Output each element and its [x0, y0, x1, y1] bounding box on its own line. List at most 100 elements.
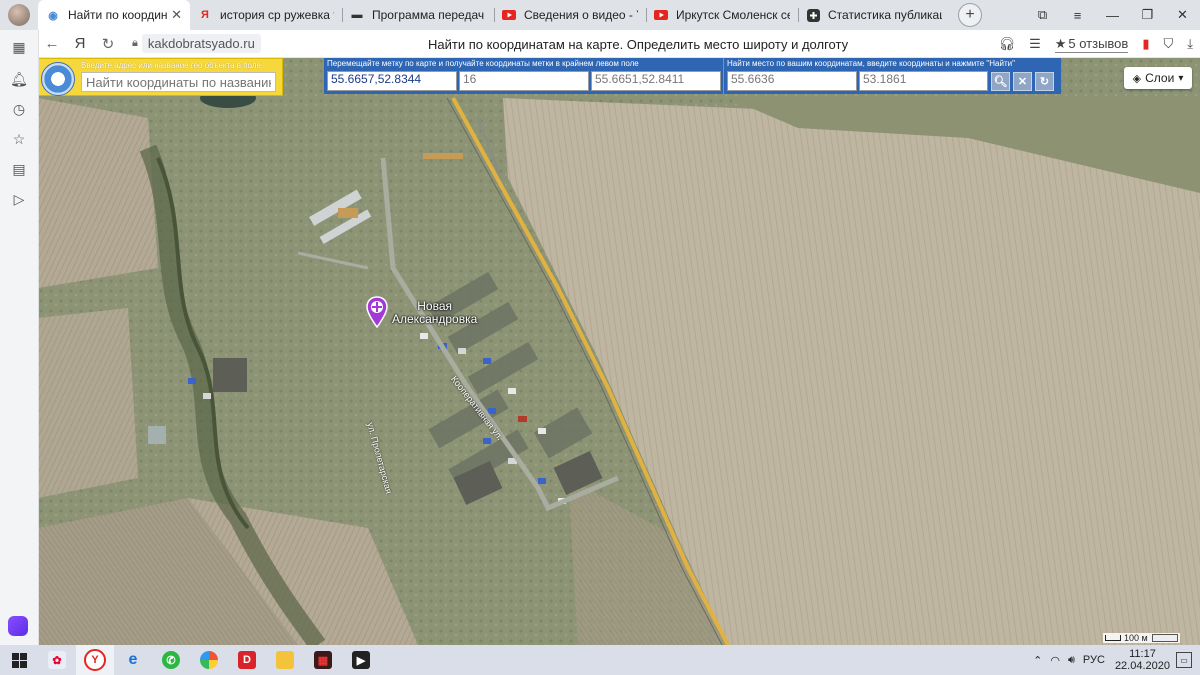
youtube-icon: [502, 8, 516, 22]
close-icon[interactable]: ✕: [171, 7, 182, 23]
grid-app-icon: ▦: [314, 651, 332, 669]
download-icon[interactable]: ⤓: [1187, 36, 1193, 52]
restore-button[interactable]: ❐: [1130, 0, 1165, 30]
tab-strip: ◉ Найти по координатам ✕ Я история ср ру…: [0, 0, 1200, 30]
back-button[interactable]: ←: [38, 35, 66, 52]
windows-taskbar: ✿ Y e ✆ D ▦ ▶ ⌃ ◠ 🔊︎ РУС 11:17 22.04.202…: [0, 645, 1200, 675]
layers-button[interactable]: ◈ Слои ▾: [1124, 67, 1192, 89]
taskbar-app-d[interactable]: D: [228, 645, 266, 675]
taskbar-app-edge[interactable]: e: [114, 645, 152, 675]
globe-icon: ◉: [48, 9, 58, 22]
taskbar-app-yandex[interactable]: Y: [76, 645, 114, 675]
clock-icon[interactable]: ◷: [10, 100, 28, 118]
close-window-button[interactable]: ✕: [1165, 0, 1200, 30]
yandex-icon: Я: [201, 9, 209, 21]
profile-button[interactable]: [0, 0, 38, 30]
star-icon[interactable]: ☆: [10, 130, 28, 148]
d-app-icon: D: [238, 651, 256, 669]
search-button[interactable]: 🔍︎: [991, 72, 1010, 91]
tab-2[interactable]: ▬ Программа передач ТВ –: [342, 0, 494, 30]
protect-icon[interactable]: ⛉: [1163, 36, 1173, 52]
notifications-icon[interactable]: ▭: [1176, 652, 1192, 668]
clock[interactable]: 11:17 22.04.2020: [1115, 648, 1170, 672]
page-title: Найти по координатам на карте. Определит…: [428, 37, 849, 52]
reviews-link[interactable]: ★ 5 отзывов: [1054, 35, 1129, 53]
window-controls: ⧉ ≡ — ❐ ✕: [1025, 0, 1200, 30]
tray-expand-icon[interactable]: ⌃: [1033, 654, 1042, 667]
taskbar-app-paint[interactable]: ✿: [38, 645, 76, 675]
latitude-field[interactable]: 55.6636: [727, 71, 857, 91]
reader-icon[interactable]: ☰: [1029, 36, 1041, 52]
clear-button[interactable]: ✕: [1013, 72, 1032, 91]
tab-3[interactable]: Сведения о видео - YouTube: [494, 0, 646, 30]
address-bar: ← Я ↻ 🔒︎ kakdobratsyado.ru Найти по коор…: [0, 30, 1200, 58]
tab-0[interactable]: ◉ Найти по координатам ✕: [38, 0, 190, 30]
play-icon[interactable]: ▷: [10, 190, 28, 208]
avatar: [8, 4, 30, 26]
plus-badge-icon: [806, 8, 820, 22]
minimize-button[interactable]: —: [1095, 0, 1130, 30]
zoom-field[interactable]: 16: [459, 71, 589, 91]
apps-icon[interactable]: ▦: [10, 38, 28, 56]
tab-label: Найти по координатам: [68, 8, 168, 22]
satellite-map[interactable]: Новая Александровка Кооперативная ул. ул…: [38, 58, 1200, 645]
satellite-imagery: [38, 58, 1200, 645]
start-button[interactable]: [0, 645, 38, 675]
whatsapp-icon: ✆: [162, 651, 180, 669]
geo-search-input[interactable]: [81, 72, 276, 92]
bookmark-icon[interactable]: ▮: [1142, 36, 1149, 52]
bookmarks-icon[interactable]: ⧉: [1025, 0, 1060, 30]
taskbar-app-explorer[interactable]: [266, 645, 304, 675]
player-icon: ▶: [352, 651, 370, 669]
scale-bar: [1105, 635, 1121, 641]
site-logo-icon[interactable]: [41, 62, 75, 96]
marker-coords-panel: Перемещайте метку по карте и получайте к…: [324, 58, 723, 94]
find-coords-panel: Найти место по вашим координатам, введит…: [724, 58, 1061, 94]
geo-search-panel: Введите адрес или название гео объекта в…: [38, 58, 283, 96]
yandex-button[interactable]: Я: [66, 35, 94, 52]
alice-icon[interactable]: [8, 616, 28, 636]
location-marker[interactable]: [366, 296, 388, 328]
refresh-button[interactable]: ↻: [1035, 72, 1054, 91]
new-tab-button[interactable]: +: [958, 3, 982, 27]
tab-label: Статистика публикаций |: [828, 8, 942, 22]
wifi-icon[interactable]: ◠: [1050, 654, 1060, 667]
star-icon: ★: [1054, 35, 1067, 51]
windows-icon: [11, 652, 27, 668]
notes-icon[interactable]: ▤: [10, 160, 28, 178]
place-label: Новая Александровка: [392, 299, 478, 326]
taskbar-app-whatsapp[interactable]: ✆: [152, 645, 190, 675]
center-coords-field[interactable]: 55.6651,52.8411: [591, 71, 721, 91]
tab-5[interactable]: Статистика публикаций |: [798, 0, 950, 30]
search-hint: Введите адрес или название гео объекта в…: [81, 61, 261, 70]
url-field[interactable]: kakdobratsyado.ru: [141, 34, 261, 53]
tv-icon: ▬: [351, 9, 363, 21]
folder-icon: [276, 651, 294, 669]
palette-icon: ✿: [48, 651, 66, 669]
marker-coords-field[interactable]: 55.6657,52.8344: [327, 71, 457, 91]
longitude-field[interactable]: 53.1861: [859, 71, 988, 91]
edge-icon: e: [128, 651, 138, 668]
taskbar-app-pinwheel[interactable]: [190, 645, 228, 675]
reload-button[interactable]: ↻: [94, 35, 122, 53]
bell-icon[interactable]: 🔔︎: [10, 70, 28, 88]
pinwheel-icon: [200, 651, 218, 669]
menu-icon[interactable]: ≡: [1060, 0, 1095, 30]
tab-label: Сведения о видео - YouTube: [524, 8, 638, 22]
browser-sidebar: ▦ 🔔︎ ◷ ☆ ▤ ▷: [0, 30, 39, 645]
volume-icon[interactable]: 🔊︎: [1068, 654, 1075, 667]
tab-label: Программа передач ТВ –: [372, 8, 486, 22]
tab-4[interactable]: Иркутск Смоленск серия: [646, 0, 798, 30]
headphones-icon[interactable]: 🎧︎: [999, 36, 1016, 52]
taskbar-app-player[interactable]: ▶: [342, 645, 380, 675]
tab-1[interactable]: Я история ср ружевка татар: [190, 0, 342, 30]
taskbar-app-grid[interactable]: ▦: [304, 645, 342, 675]
lock-icon: 🔒︎: [132, 37, 138, 49]
map-scale: 100 м: [1103, 633, 1180, 643]
youtube-icon: [654, 8, 668, 22]
tab-label: история ср ружевка татар: [220, 8, 334, 22]
find-hint: Найти место по вашим координатам, введит…: [727, 59, 1015, 68]
ruler-icon[interactable]: [1151, 634, 1178, 642]
layers-icon: ◈: [1132, 72, 1142, 85]
language-indicator[interactable]: РУС: [1083, 654, 1105, 666]
